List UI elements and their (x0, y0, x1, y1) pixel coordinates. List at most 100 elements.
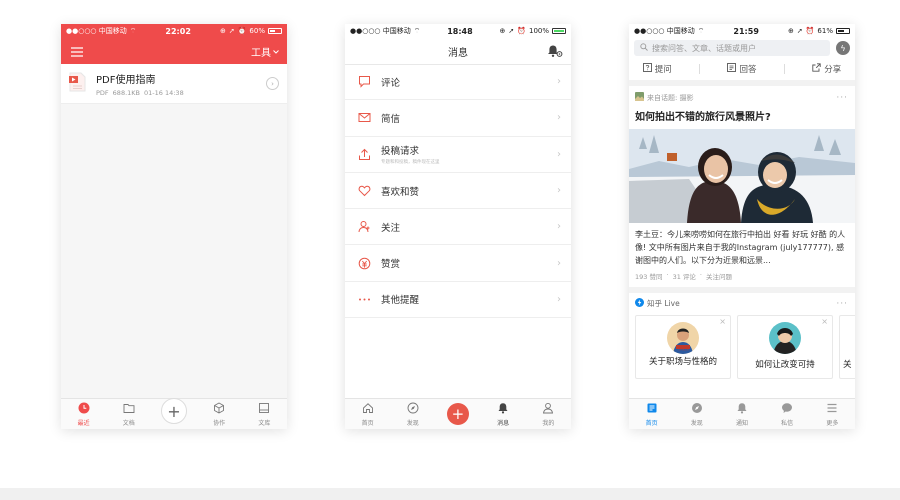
more-options-icon[interactable]: ··· (836, 93, 848, 103)
list-item-submission-requests[interactable]: 投稿请求 专题和和投稿，稿件现在这里 › (345, 137, 571, 173)
footer-strip (0, 488, 900, 500)
chevron-right-icon[interactable]: › (266, 77, 279, 90)
ask-question-button[interactable]: 提问 (642, 63, 672, 75)
live-section-header: 知乎 Live ··· (629, 293, 855, 309)
menu-icon (826, 402, 838, 416)
file-name: PDF使用指南 (96, 74, 156, 86)
compass-icon (691, 402, 703, 416)
item-label: 其他提醒 (381, 295, 420, 307)
bell-icon (497, 402, 509, 416)
notification-settings-icon[interactable] (547, 44, 563, 61)
comment-count[interactable]: 31 评论 (673, 271, 696, 281)
close-icon[interactable]: × (719, 317, 726, 326)
tab-label: 首页 (361, 419, 374, 427)
close-icon[interactable]: × (821, 317, 828, 326)
list-item-mail[interactable]: 简信 › (345, 100, 571, 137)
tab-label: 协作 (213, 419, 226, 427)
follow-question-link[interactable]: 关注问题 (706, 271, 732, 281)
tab-discover[interactable]: 发现 (679, 402, 715, 427)
tab-home[interactable]: 首页 (350, 402, 386, 427)
tab-profile[interactable]: 我的 (530, 402, 566, 427)
list-item-likes[interactable]: 喜欢和赞 › (345, 173, 571, 210)
location-icon: ➚ (796, 27, 803, 35)
tab-home[interactable]: 首页 (634, 402, 670, 427)
carrier-text: ●●○○○ 中国移动 (66, 27, 127, 35)
wifi-icon: ⌔ (697, 26, 705, 35)
live-card[interactable]: × 如何让改变可持 (737, 315, 833, 379)
messages-phone-screen: ●●○○○ 中国移动 ⌔ 18:48 ⊕ ➚ ⏰ 100% 消息 评论 › 简信 › 投… (345, 24, 571, 429)
list-item-other-reminders[interactable]: 其他提醒 › (345, 282, 571, 319)
list-item-follows[interactable]: 关注 › (345, 209, 571, 246)
more-dots-icon (357, 292, 371, 306)
list-item-comments[interactable]: 评论 › (345, 64, 571, 101)
lock-icon: ⊕ (219, 27, 226, 35)
tab-label: 消息 (497, 419, 510, 427)
search-icon (640, 43, 648, 53)
live-card-title: 关 (843, 360, 852, 370)
share-button[interactable]: 分享 (812, 63, 841, 75)
feed-card[interactable]: 来自话题: 摄影 ··· 如何拍出不错的旅行风景照片? 李土豆：今儿来唠唠如何在… (629, 86, 855, 281)
tab-more[interactable]: 更多 (814, 402, 850, 427)
tab-label: 发现 (690, 419, 703, 427)
tab-recent[interactable]: 最近 (66, 402, 102, 427)
card-photo[interactable] (629, 129, 855, 223)
avatar (769, 322, 801, 354)
wifi-icon: ⌔ (129, 26, 137, 35)
mail-icon (357, 111, 371, 125)
compass-icon (407, 402, 419, 416)
card-title[interactable]: 如何拍出不错的旅行风景照片? (635, 108, 848, 123)
tab-notifications[interactable]: 通知 (724, 402, 760, 427)
battery-percent: 60% (249, 27, 265, 35)
wifi-icon: ⌔ (413, 26, 421, 35)
status-bar: ●●○○○ 中国移动 ⌔ 21:59 ⊕ ➚ ⏰ 61% (629, 24, 855, 38)
battery-icon (267, 28, 282, 34)
answer-button[interactable]: 回答 (727, 63, 757, 75)
live-card[interactable]: × 关 (839, 315, 855, 379)
bottom-tab-bar: 首页 发现 + 消息 我的 (345, 398, 571, 429)
tab-label: 发现 (406, 419, 419, 427)
tab-collaborate[interactable]: 协作 (201, 401, 237, 427)
chevron-right-icon: › (557, 112, 561, 124)
search-input[interactable]: 搜索问答、文章、话题或用户 (634, 40, 830, 56)
file-type: PDF (96, 88, 109, 97)
chevron-right-icon: › (557, 293, 561, 305)
action-label: 提问 (654, 65, 672, 75)
live-carousel: × 韦晓东 关于职场与性格的 × 如何让改变可持 × 关 (629, 309, 855, 379)
hamburger-icon[interactable] (71, 42, 83, 61)
item-label: 赞赏 (381, 259, 401, 271)
vote-count[interactable]: 193 赞同 (635, 271, 662, 281)
card-excerpt[interactable]: 李土豆：今儿来唠唠如何在旅行中拍出 好看 好玩 好酷 的人像! 文中所有图片来自… (635, 228, 848, 267)
tab-label: 通知 (735, 419, 748, 427)
lock-icon: ⊕ (499, 27, 506, 35)
list-item-rewards[interactable]: 赞赏 › (345, 245, 571, 282)
more-options-icon[interactable]: ··· (836, 299, 848, 309)
lightning-icon[interactable]: ϟ (836, 41, 850, 55)
tab-discover[interactable]: 发现 (395, 402, 431, 427)
alarm-icon: ⏰ (805, 27, 815, 35)
bottom-tab-bar: 最近 文档 + 协作 文库 (61, 398, 287, 429)
item-subtitle: 专题和和投稿，稿件现在这里 (381, 160, 440, 166)
stat-separator: · (699, 271, 702, 279)
file-date: 01-16 14:38 (144, 88, 184, 97)
tab-library[interactable]: 文库 (246, 402, 282, 427)
tab-messages[interactable]: 消息 (485, 402, 521, 427)
tools-menu-button[interactable]: 工具 (251, 44, 279, 59)
pdf-file-icon (69, 72, 86, 96)
message-category-list: 评论 › 简信 › 投稿请求 专题和和投稿，稿件现在这里 › 喜欢和赞 › 关注… (345, 64, 571, 319)
tab-documents[interactable]: 文档 (111, 402, 147, 427)
divider (699, 64, 701, 74)
tab-compose[interactable]: + (440, 403, 476, 425)
answer-icon (727, 63, 737, 75)
live-card[interactable]: × 韦晓东 关于职场与性格的 (635, 315, 731, 379)
tab-label: 更多 (826, 419, 839, 427)
source-text: 来自话题: 摄影 (647, 93, 694, 102)
tab-private-messages[interactable]: 私信 (769, 402, 805, 427)
chevron-down-icon (273, 46, 279, 57)
tab-new[interactable]: + (156, 398, 192, 424)
folder-icon (123, 402, 135, 416)
status-bar: ●●○○○ 中国移动 ⌔ 18:48 ⊕ ➚ ⏰ 100% (345, 24, 571, 38)
status-time: 18:48 (447, 26, 473, 36)
live-title: 知乎 Live (647, 299, 680, 308)
list-item[interactable]: PDF使用指南 PDF 688.1KB 01-16 14:38 › (61, 64, 287, 104)
chevron-right-icon: › (557, 76, 561, 88)
